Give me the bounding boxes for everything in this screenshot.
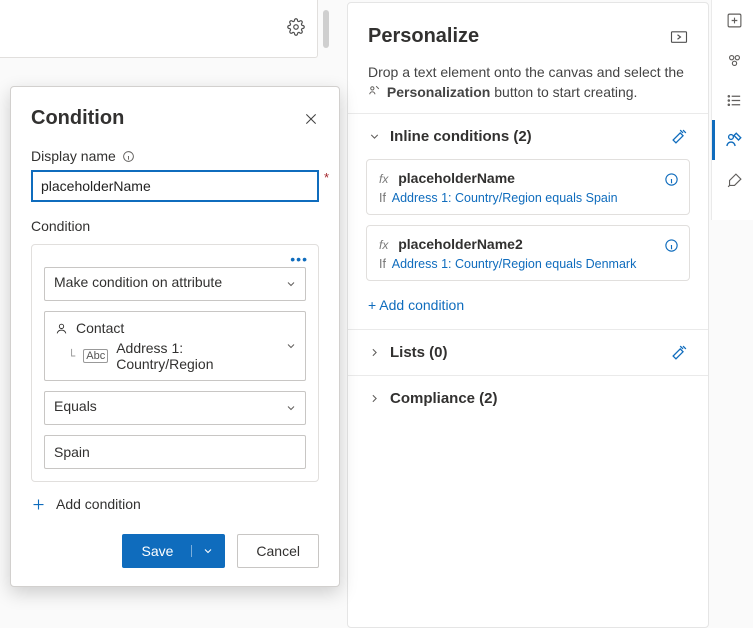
- edit-icon[interactable]: [671, 128, 688, 145]
- save-split-button[interactable]: Save: [122, 534, 225, 568]
- right-rail: [711, 0, 753, 220]
- rail-brush-icon[interactable]: [712, 160, 753, 200]
- gear-icon[interactable]: [287, 18, 305, 36]
- personalize-panel: Personalize Drop a text element onto the…: [347, 2, 709, 628]
- info-icon[interactable]: [664, 172, 679, 187]
- section-label: Compliance (2): [390, 390, 498, 407]
- section-lists[interactable]: Lists (0): [348, 330, 708, 375]
- plus-icon: [31, 497, 46, 512]
- personalization-inline-icon: [368, 84, 385, 100]
- condition-expression-link[interactable]: Address 1: Country/Region equals Denmark: [392, 257, 637, 271]
- condition-mode-select[interactable]: Make condition on attribute: [44, 267, 306, 301]
- condition-card[interactable]: fx placeholderName If Address 1: Country…: [366, 159, 690, 215]
- fx-icon: fx: [379, 172, 388, 186]
- operator-select[interactable]: Equals: [44, 391, 306, 425]
- condition-expression-link[interactable]: Address 1: Country/Region equals Spain: [392, 191, 618, 205]
- rail-list-icon[interactable]: [712, 80, 753, 120]
- edit-icon[interactable]: [671, 344, 688, 361]
- condition-name: placeholderName2: [398, 236, 523, 252]
- condition-section-label: Condition: [31, 218, 319, 234]
- attribute-field: Address 1: Country/Region: [116, 340, 275, 372]
- dialog-title: Condition: [31, 107, 124, 130]
- panel-collapse-icon[interactable]: [670, 30, 688, 44]
- condition-builder: ••• Make condition on attribute Contact …: [31, 244, 319, 482]
- save-button[interactable]: Save: [123, 543, 191, 559]
- panel-description: Drop a text element onto the canvas and …: [348, 62, 708, 113]
- info-icon[interactable]: [664, 238, 679, 253]
- chevron-right-icon: [368, 392, 381, 405]
- fx-icon: fx: [379, 238, 388, 252]
- chevron-down-icon: [285, 278, 297, 290]
- display-name-label: Display name: [31, 148, 319, 164]
- chevron-down-icon: [285, 402, 297, 414]
- section-label: Inline conditions (2): [390, 128, 532, 145]
- required-indicator: *: [324, 170, 329, 185]
- chevron-right-icon: [368, 346, 381, 359]
- save-split-chevron[interactable]: [191, 545, 224, 557]
- canvas-scrollbar[interactable]: [320, 0, 332, 58]
- text-field-type-icon: Abc: [83, 349, 108, 363]
- add-condition-link[interactable]: + Add condition: [348, 291, 708, 329]
- panel-title: Personalize: [368, 25, 479, 48]
- rail-elements-icon[interactable]: [712, 40, 753, 80]
- condition-dialog: Condition Display name * Condition ••• M…: [10, 86, 340, 587]
- condition-card[interactable]: fx placeholderName2 If Address 1: Countr…: [366, 225, 690, 281]
- attribute-entity: Contact: [76, 320, 124, 336]
- section-inline-conditions[interactable]: Inline conditions (2): [348, 114, 708, 159]
- chevron-down-icon: [285, 340, 297, 352]
- cancel-button[interactable]: Cancel: [237, 534, 319, 568]
- tree-branch-icon: └: [68, 349, 75, 363]
- person-icon: [55, 322, 68, 335]
- condition-name: placeholderName: [398, 170, 515, 186]
- canvas-topbar: [0, 0, 318, 58]
- close-icon[interactable]: [303, 111, 319, 127]
- section-label: Lists (0): [390, 344, 448, 361]
- info-icon[interactable]: [122, 150, 135, 163]
- add-condition-button[interactable]: Add condition: [31, 496, 319, 512]
- section-compliance[interactable]: Compliance (2): [348, 376, 708, 421]
- value-input[interactable]: [44, 435, 306, 469]
- rail-add-icon[interactable]: [712, 0, 753, 40]
- attribute-picker[interactable]: Contact └ Abc Address 1: Country/Region: [44, 311, 306, 381]
- rail-personalize-icon[interactable]: [712, 120, 753, 160]
- chevron-down-icon: [368, 130, 381, 143]
- display-name-input[interactable]: [31, 170, 319, 202]
- more-icon[interactable]: •••: [290, 251, 308, 267]
